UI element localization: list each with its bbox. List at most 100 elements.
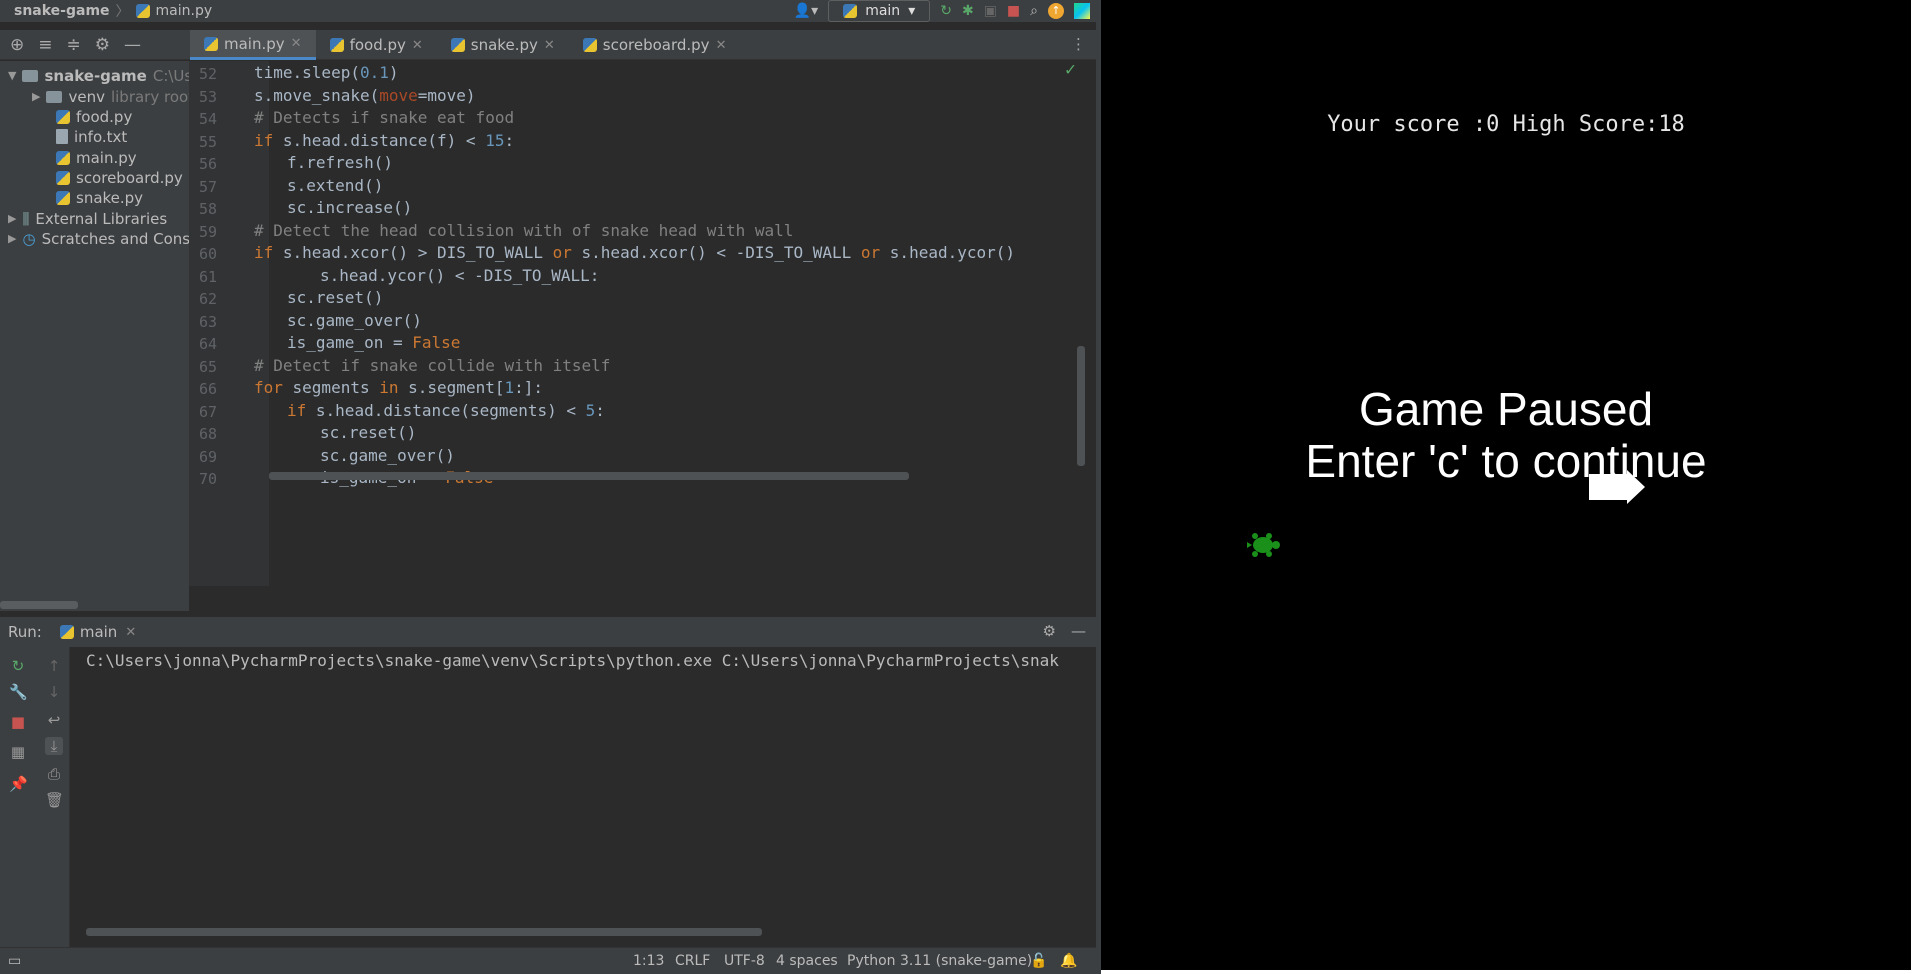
scroll-to-end-icon[interactable]: ⤓	[45, 737, 63, 755]
code-line[interactable]: if s.head.distance(f) < 15:	[254, 131, 514, 150]
code-line[interactable]: sc.game_over()	[320, 446, 455, 465]
code-line[interactable]: # Detect the head collision with of snak…	[254, 221, 793, 240]
horizontal-scrollbar[interactable]	[269, 472, 909, 480]
run-configuration-select[interactable]: main ▾	[828, 0, 931, 22]
collapse-all-icon[interactable]: ≑	[67, 35, 81, 55]
line-number: 69	[198, 448, 217, 466]
locate-icon[interactable]: ⊕	[10, 35, 24, 55]
gear-icon[interactable]: ⚙	[1043, 622, 1056, 640]
code-line[interactable]: s.move_snake(move=move)	[254, 86, 476, 105]
python-file-icon	[56, 170, 70, 185]
chevron-right-icon[interactable]: ▶	[8, 212, 16, 225]
chevron-right-icon[interactable]: ▶	[8, 232, 16, 245]
code-line[interactable]: sc.reset()	[320, 423, 416, 442]
layout-icon[interactable]: ▦	[9, 743, 27, 761]
arrow-pointer-icon	[1589, 470, 1645, 504]
coverage-icon[interactable]: ▣	[984, 3, 997, 19]
up-arrow-icon[interactable]: ↑	[45, 657, 63, 675]
code-line[interactable]: f.refresh()	[287, 153, 393, 172]
console-output[interactable]: C:\Users\jonna\PycharmProjects\snake-gam…	[70, 647, 1096, 947]
soft-wrap-icon[interactable]: ↩	[45, 711, 63, 729]
horizontal-scrollbar[interactable]	[86, 928, 762, 936]
close-icon[interactable]: ✕	[716, 38, 727, 53]
more-options-icon[interactable]: ⋮	[1071, 35, 1086, 53]
line-number: 61	[198, 268, 217, 286]
panel-toggle-icon[interactable]: ▭	[8, 953, 21, 969]
close-icon[interactable]: ✕	[125, 625, 136, 640]
line-number: 62	[198, 290, 217, 308]
update-icon[interactable]: ↑	[1048, 3, 1064, 19]
jetbrains-logo-icon[interactable]	[1074, 3, 1090, 19]
code-line[interactable]: sc.reset()	[287, 288, 383, 307]
line-number: 65	[198, 358, 217, 376]
breadcrumb-file[interactable]: main.py	[156, 3, 213, 19]
line-number: 55	[198, 133, 217, 151]
tab-label: food.py	[349, 36, 406, 54]
debug-icon[interactable]: ✱	[962, 3, 974, 19]
main-toolbar: 👤▾ main ▾ ↻ ✱ ▣ ■ ⌕ ↑	[794, 0, 1096, 22]
tree-label: snake.py	[76, 188, 144, 207]
close-icon[interactable]: ✕	[412, 38, 423, 53]
close-icon[interactable]: ✕	[544, 38, 555, 53]
code-line[interactable]: sc.game_over()	[287, 311, 422, 330]
line-number: 64	[198, 335, 217, 353]
status-interpreter[interactable]: Python 3.11 (snake-game)	[847, 953, 1032, 969]
python-file-icon	[329, 38, 344, 52]
code-line[interactable]: if s.head.distance(segments) < 5:	[287, 401, 605, 420]
rerun-icon[interactable]: ↻	[940, 3, 952, 19]
score-display: Your score :0 High Score:18	[1327, 112, 1685, 137]
user-icon[interactable]: 👤▾	[794, 3, 818, 19]
tab-snake-py[interactable]: snake.py ✕	[437, 30, 569, 60]
tree-item-scratches[interactable]: ▶ ◷ Scratches and Conso	[8, 226, 199, 251]
vertical-scrollbar[interactable]	[1077, 346, 1085, 466]
trash-icon[interactable]: 🗑	[45, 791, 64, 809]
code-line[interactable]: # Detect if snake collide with itself	[254, 356, 610, 375]
code-line[interactable]: time.sleep(0.1)	[254, 63, 399, 82]
breadcrumb-project[interactable]: snake-game	[14, 3, 110, 19]
code-editor[interactable]: 52 53 54 55 56 57 58 59 60 61 62 63 64 6…	[189, 59, 1096, 586]
tab-scoreboard-py[interactable]: scoreboard.py ✕	[569, 30, 741, 60]
minimize-icon[interactable]: —	[1071, 622, 1086, 640]
tab-label: main.py	[224, 34, 285, 53]
python-file-icon	[56, 190, 70, 205]
folder-icon	[22, 69, 39, 82]
code-line[interactable]: # Detects if snake eat food	[254, 108, 514, 127]
status-line-separator[interactable]: CRLF	[675, 953, 710, 969]
expand-all-icon[interactable]: ≡	[38, 35, 52, 55]
hide-icon[interactable]: —	[124, 35, 141, 55]
gear-icon[interactable]: ⚙	[95, 35, 110, 55]
code-line[interactable]: if s.head.xcor() > DIS_TO_WALL or s.head…	[254, 243, 1015, 262]
turtle-game-window[interactable]: Your score :0 High Score:18 Game Paused …	[1101, 0, 1911, 970]
code-line[interactable]: s.head.ycor() < -DIS_TO_WALL:	[320, 266, 599, 285]
notification-icon[interactable]: 🔔	[1060, 953, 1077, 969]
run-left-toolbar: ↻ 🔧 ■ ▦ 📌	[0, 647, 36, 947]
tab-food-py[interactable]: food.py ✕	[316, 30, 437, 60]
horizontal-scrollbar[interactable]	[0, 601, 78, 609]
rerun-icon[interactable]: ↻	[9, 657, 27, 675]
stop-icon[interactable]: ■	[9, 713, 27, 731]
print-icon[interactable]: ⎙	[45, 765, 63, 783]
status-position[interactable]: 1:13	[633, 953, 664, 969]
chevron-right-icon[interactable]: ▶	[32, 90, 40, 103]
lock-icon[interactable]: 🔓	[1030, 953, 1047, 969]
pin-icon[interactable]: 📌	[9, 775, 28, 793]
code-line[interactable]: s.extend()	[287, 176, 383, 195]
stop-icon[interactable]: ■	[1007, 3, 1020, 19]
run-tab-label[interactable]: main	[80, 623, 117, 641]
code-line[interactable]: for segments in s.segment[1:]:	[254, 378, 543, 397]
chevron-down-icon[interactable]: ▼	[8, 69, 16, 82]
status-encoding[interactable]: UTF-8	[724, 953, 765, 969]
search-icon[interactable]: ⌕	[1030, 3, 1038, 19]
code-line[interactable]: is_game_on = False	[287, 333, 460, 352]
tree-note: library root	[110, 87, 195, 106]
down-arrow-icon[interactable]: ↓	[45, 683, 63, 701]
run-label: Run:	[8, 623, 42, 641]
line-number: 58	[198, 200, 217, 218]
wrench-icon[interactable]: 🔧	[9, 683, 28, 701]
tab-main-py[interactable]: main.py ✕	[190, 30, 316, 60]
status-indent[interactable]: 4 spaces	[776, 953, 838, 969]
line-number: 68	[198, 425, 217, 443]
scratches-icon: ◷	[22, 229, 36, 248]
close-icon[interactable]: ✕	[291, 36, 302, 51]
code-line[interactable]: sc.increase()	[287, 198, 412, 217]
